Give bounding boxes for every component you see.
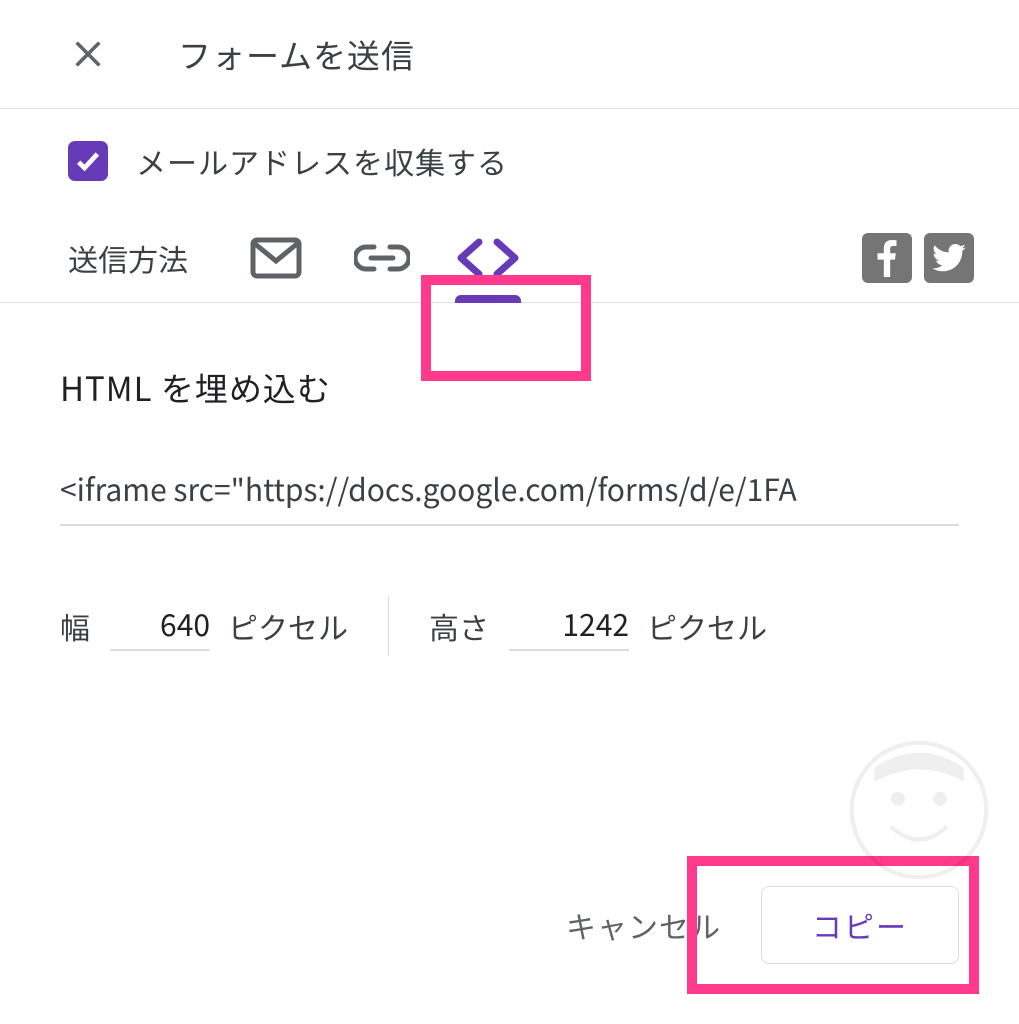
embed-heading: HTML を埋め込む xyxy=(60,363,959,411)
embed-section: HTML を埋め込む <iframe src="https://docs.goo… xyxy=(0,303,1019,656)
height-group: 高さ ピクセル xyxy=(429,601,767,651)
facebook-icon xyxy=(876,239,898,277)
height-label: 高さ xyxy=(429,604,489,648)
cancel-button[interactable]: キャンセル xyxy=(566,903,721,947)
dimension-divider xyxy=(388,596,389,656)
share-facebook-button[interactable] xyxy=(862,233,912,283)
embed-code-field[interactable]: <iframe src="https://docs.google.com/for… xyxy=(60,466,959,526)
social-share xyxy=(862,233,974,283)
close-button[interactable] xyxy=(68,34,108,74)
send-method-row: 送信方法 xyxy=(0,213,1019,303)
tab-embed[interactable] xyxy=(440,213,536,303)
width-unit: ピクセル xyxy=(228,604,348,648)
watermark-face xyxy=(849,740,989,880)
width-input[interactable] xyxy=(110,601,210,651)
collect-email-row: メールアドレスを収集する xyxy=(0,109,1019,213)
close-icon xyxy=(71,37,105,71)
embed-icon xyxy=(453,238,523,278)
collect-email-checkbox[interactable] xyxy=(68,141,108,181)
tab-link[interactable] xyxy=(334,213,430,303)
send-method-label: 送信方法 xyxy=(68,236,188,280)
height-unit: ピクセル xyxy=(647,604,767,648)
dialog-header: フォームを送信 xyxy=(0,0,1019,109)
link-icon xyxy=(354,243,410,273)
share-twitter-button[interactable] xyxy=(924,233,974,283)
copy-button[interactable]: コピー xyxy=(761,886,959,964)
dialog-title: フォームを送信 xyxy=(178,30,415,78)
height-input[interactable] xyxy=(509,601,629,651)
width-label: 幅 xyxy=(60,604,90,648)
width-group: 幅 ピクセル xyxy=(60,601,348,651)
dimension-row: 幅 ピクセル 高さ ピクセル xyxy=(60,596,959,656)
twitter-icon xyxy=(932,244,966,272)
email-icon xyxy=(250,237,302,279)
collect-email-label: メールアドレスを収集する xyxy=(136,139,508,183)
dialog-footer: キャンセル コピー xyxy=(566,886,959,964)
tab-email[interactable] xyxy=(228,213,324,303)
checkmark-icon xyxy=(74,147,102,175)
